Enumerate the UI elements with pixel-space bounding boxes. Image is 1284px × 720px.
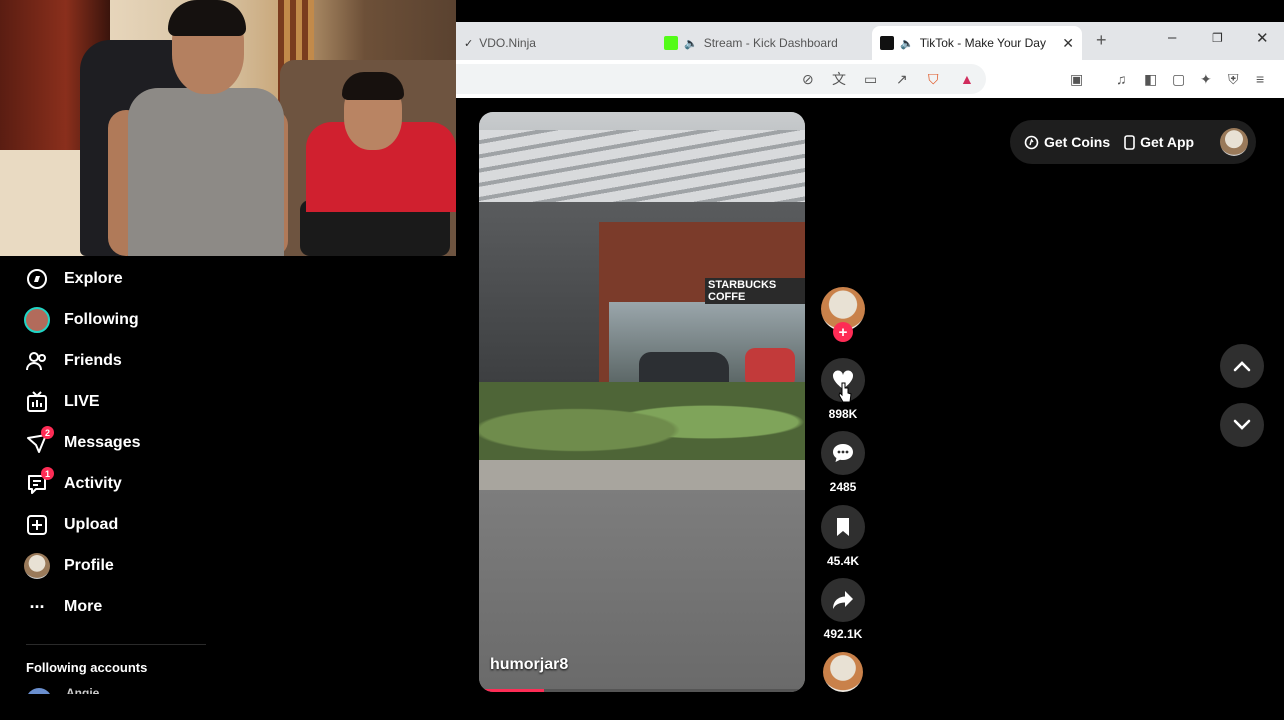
webcam-overlay — [0, 0, 456, 256]
close-window-button[interactable]: ✕ — [1256, 29, 1269, 47]
sidebar-item-label: LIVE — [64, 393, 100, 410]
compass-icon — [24, 266, 50, 292]
friends-icon — [24, 348, 50, 374]
comment-icon — [833, 444, 853, 462]
wallet-icon[interactable]: ▢ — [1172, 70, 1185, 88]
upload-icon — [24, 512, 50, 538]
video-store-sign: STARBUCKS COFFE — [705, 278, 805, 304]
tab-label: Stream - Kick Dashboard — [703, 36, 838, 50]
share-action: 492.1K — [821, 578, 865, 641]
video-progress-fill — [479, 689, 545, 692]
coin-icon — [1024, 135, 1039, 149]
reader-icon[interactable]: ▣ — [1070, 70, 1083, 88]
video-player[interactable]: STARBUCKS COFFE humorjar8 — [479, 112, 805, 692]
save-button[interactable] — [821, 505, 865, 549]
avatar — [24, 307, 50, 333]
leo-icon[interactable]: ✦ — [1200, 70, 1212, 88]
sidebar-item-label: Following — [64, 311, 139, 328]
sidebar-item-label: Upload — [64, 516, 119, 533]
tiktok-icon — [880, 36, 894, 50]
sidebar-item-explore[interactable]: Explore — [24, 264, 123, 294]
messages-icon: 2 — [24, 426, 54, 456]
close-tab-icon[interactable]: ✕ — [1062, 35, 1074, 52]
sidebar-item-live[interactable]: LIVE — [24, 387, 100, 417]
header-actions: Get Coins Get App — [1010, 120, 1256, 164]
bookmark-icon — [837, 518, 849, 536]
messages-badge: 2 — [41, 426, 54, 439]
sidebar-item-label: More — [64, 598, 103, 615]
sidebar-item-label: Explore — [64, 270, 123, 287]
no-camera-icon[interactable]: ⊘ — [802, 70, 814, 88]
save-action: 45.4K — [821, 505, 865, 568]
video-username[interactable]: humorjar8 — [490, 656, 568, 674]
sidebar-item-label: Activity — [64, 475, 122, 492]
sidebar-item-profile[interactable]: Profile — [24, 551, 114, 581]
sidebar-icon[interactable]: ◧ — [1144, 70, 1157, 88]
sidebar-divider — [26, 644, 206, 645]
get-coins-button[interactable]: Get Coins — [1024, 134, 1110, 150]
translate-icon[interactable]: 文 — [832, 70, 846, 88]
screen: ✓ VDO.Ninja 🔈 Stream - Kick Dashboard 🔈 … — [0, 0, 1284, 720]
share-button[interactable] — [821, 578, 865, 622]
kick-icon — [664, 36, 678, 50]
brave-shield-icon[interactable]: ⛉ — [928, 70, 939, 88]
speaker-icon: ✓ — [464, 37, 474, 50]
live-icon — [24, 389, 50, 415]
video-progress-bar[interactable] — [479, 689, 805, 692]
music-icon[interactable]: ♫ — [1116, 70, 1127, 88]
next-video-button[interactable] — [1220, 403, 1264, 447]
get-coins-label: Get Coins — [1044, 134, 1111, 150]
avatar[interactable] — [1220, 128, 1249, 156]
speaker-icon: 🔈 — [684, 37, 698, 50]
cast-icon[interactable]: ▭ — [864, 70, 877, 88]
sidebar-item-label: Friends — [64, 352, 122, 369]
share-arrow-icon — [833, 591, 853, 609]
sidebar-item-following[interactable]: Following — [24, 305, 139, 335]
tab-kick-dashboard[interactable]: 🔈 Stream - Kick Dashboard — [656, 26, 866, 60]
activity-badge: 1 — [41, 467, 54, 480]
previous-video-button[interactable] — [1220, 344, 1264, 388]
mouse-cursor-icon — [838, 382, 852, 403]
sidebar-item-upload[interactable]: Upload — [24, 510, 118, 540]
menu-icon[interactable]: ≡ — [1256, 70, 1264, 88]
get-app-label: Get App — [1140, 134, 1195, 150]
restore-button[interactable]: ❐ — [1212, 31, 1223, 45]
music-disc-avatar[interactable] — [823, 652, 863, 692]
rewards-icon[interactable]: ▲ — [960, 70, 974, 88]
chevron-up-icon — [1233, 361, 1251, 372]
new-tab-button[interactable]: + — [1096, 30, 1107, 51]
like-count: 898K — [828, 407, 858, 421]
sidebar-item-label: Messages — [64, 434, 141, 451]
minimize-button[interactable]: – — [1168, 29, 1176, 46]
share-count: 492.1K — [823, 627, 863, 641]
vpn-icon[interactable]: ⛨ — [1228, 70, 1239, 88]
follow-button[interactable]: + — [833, 322, 853, 342]
sidebar-item-messages[interactable]: 2 Messages — [24, 426, 141, 458]
comment-action: 2485 — [821, 431, 865, 494]
following-accounts-heading: Following accounts — [26, 660, 148, 675]
get-app-button[interactable]: Get App — [1124, 134, 1194, 150]
sidebar-item-more[interactable]: ··· More — [24, 592, 103, 622]
avatar — [24, 553, 50, 579]
sidebar-item-friends[interactable]: Friends — [24, 346, 122, 376]
browser-window: ✓ VDO.Ninja 🔈 Stream - Kick Dashboard 🔈 … — [456, 22, 1284, 98]
comment-button[interactable] — [821, 431, 865, 475]
tab-label: VDO.Ninja — [479, 36, 536, 50]
activity-icon: 1 — [24, 467, 54, 497]
save-count: 45.4K — [826, 554, 860, 568]
tab-tiktok[interactable]: 🔈 TikTok - Make Your Day ✕ — [872, 26, 1082, 60]
tab-vdo-ninja[interactable]: ✓ VDO.Ninja — [456, 26, 652, 60]
chevron-down-icon — [1233, 419, 1251, 430]
sidebar-item-activity[interactable]: 1 Activity — [24, 467, 122, 499]
sidebar-item-label: Profile — [64, 557, 114, 574]
comment-count: 2485 — [829, 480, 857, 494]
share-icon[interactable]: ↗ — [896, 70, 908, 88]
browser-toolbar: ⊘ 文 ▭ ↗ ⛉ ▲ ▣ ♫ ◧ ▢ ✦ ⛨ ≡ — [456, 60, 1284, 98]
more-icon: ··· — [29, 596, 46, 617]
tab-strip: ✓ VDO.Ninja 🔈 Stream - Kick Dashboard 🔈 … — [456, 22, 1284, 60]
phone-icon — [1124, 134, 1135, 150]
bottom-bar — [0, 694, 1284, 720]
tab-label: TikTok - Make Your Day — [919, 36, 1046, 50]
speaker-icon: 🔈 — [900, 37, 914, 50]
